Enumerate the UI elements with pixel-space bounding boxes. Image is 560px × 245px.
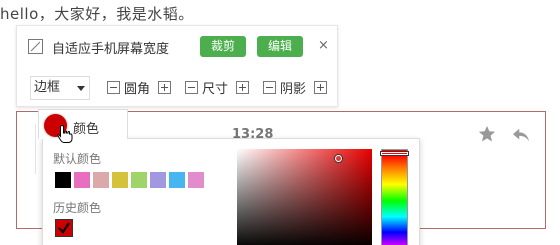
shadow-increase-button[interactable] — [314, 81, 327, 94]
history-colors-header: 历史颜色 — [53, 201, 102, 215]
hue-slider-handle[interactable] — [381, 152, 408, 155]
reply-icon[interactable] — [512, 127, 530, 143]
color-swatch[interactable] — [112, 172, 128, 188]
check-icon — [58, 222, 70, 234]
shadow-decrease-button[interactable] — [263, 81, 276, 94]
history-swatch[interactable] — [55, 219, 73, 237]
color-swatch[interactable] — [131, 172, 147, 188]
edit-button[interactable]: 编辑 — [257, 36, 304, 57]
color-label: 颜色 — [73, 122, 100, 137]
radius-increase-button[interactable] — [158, 81, 171, 94]
close-icon[interactable]: × — [318, 38, 329, 53]
color-swatch[interactable] — [93, 172, 109, 188]
color-swatch[interactable] — [55, 172, 71, 188]
size-label: 尺寸 — [202, 82, 229, 97]
color-swatch[interactable] — [150, 172, 166, 188]
image-toolbar: 自适应手机屏幕宽度 裁剪 编辑 × 边框 圆角 尺寸 阴影 — [16, 25, 338, 107]
inner-border — [35, 124, 37, 174]
star-icon[interactable] — [478, 125, 496, 143]
color-picker: 默认颜色 历史颜色 — [42, 138, 420, 245]
saturation-value-area[interactable] — [237, 149, 372, 245]
color-swatch[interactable] — [169, 172, 185, 188]
size-decrease-button[interactable] — [185, 81, 198, 94]
radius-decrease-button[interactable] — [107, 81, 120, 94]
color-swatch[interactable] — [188, 172, 204, 188]
border-select-value: 边框 — [34, 80, 61, 95]
color-cursor[interactable] — [335, 155, 342, 162]
color-button[interactable]: 颜色 — [38, 109, 128, 139]
autosize-icon[interactable] — [28, 39, 43, 54]
hue-slider[interactable] — [381, 149, 408, 245]
shadow-label: 阴影 — [280, 82, 307, 97]
default-colors-header: 默认颜色 — [53, 152, 102, 166]
chevron-down-icon — [77, 86, 85, 91]
size-increase-button[interactable] — [236, 81, 249, 94]
border-select[interactable]: 边框 — [30, 76, 90, 100]
radius-label: 圆角 — [124, 82, 151, 97]
intro-text: hello，大家好，我是水韬。 — [0, 5, 194, 23]
crop-button[interactable]: 裁剪 — [200, 36, 247, 57]
color-swatch[interactable] — [74, 172, 90, 188]
autosize-label[interactable]: 自适应手机屏幕宽度 — [52, 38, 169, 57]
hand-pointer-icon — [57, 124, 73, 143]
